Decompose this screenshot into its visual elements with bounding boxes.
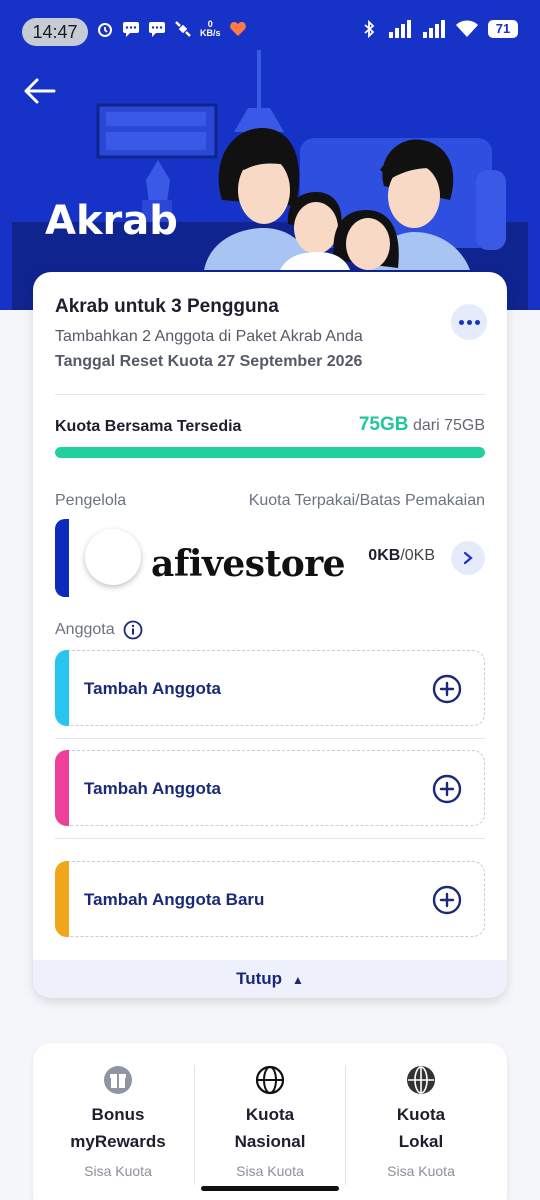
signal-icon xyxy=(423,20,445,38)
manager-column-label: Pengelola xyxy=(55,492,127,509)
manager-detail-button[interactable] xyxy=(451,541,485,575)
divider xyxy=(55,394,485,395)
bonus-subtitle: Sisa Kuota xyxy=(387,1163,455,1179)
bluetooth-icon xyxy=(364,20,375,38)
bonus-title: Kuota Lokal xyxy=(346,1101,496,1155)
divider xyxy=(55,838,485,839)
manager-name: afivestore xyxy=(151,543,346,585)
manager-color-bar xyxy=(55,519,69,597)
dot-icon xyxy=(466,319,472,325)
manager-row[interactable]: 0KB/0KB afivestore xyxy=(55,519,485,597)
status-bar: 14:47 0 KB/s 71 xyxy=(0,0,540,62)
kuota-lokal-tile[interactable]: Kuota Lokal Sisa Kuota xyxy=(346,1065,496,1179)
quota-reset-date: Tanggal Reset Kuota 27 September 2026 xyxy=(55,353,363,370)
message-icon xyxy=(123,22,139,37)
chevron-right-icon xyxy=(463,551,473,565)
usage-column-label: Kuota Terpakai/Batas Pemakaian xyxy=(248,492,485,509)
hero-banner: 14:47 0 KB/s 71 Akrab xyxy=(0,0,540,310)
back-arrow-icon[interactable] xyxy=(20,74,60,108)
status-time: 14:47 xyxy=(22,18,88,46)
quota-total: dari 75GB xyxy=(412,417,485,434)
page-title: Akrab xyxy=(45,198,178,244)
usage-limit: /0KB xyxy=(400,547,435,564)
bonus-title: Kuota Nasional xyxy=(195,1101,345,1155)
bonus-subtitle: Sisa Kuota xyxy=(236,1163,304,1179)
members-label: Anggota xyxy=(55,621,115,638)
divider xyxy=(55,738,485,739)
members-section-label: Anggota xyxy=(55,620,143,640)
bonus-title-line1: Kuota xyxy=(396,1105,446,1124)
add-member-label: Tambah Anggota xyxy=(84,679,221,698)
info-icon[interactable] xyxy=(123,620,143,640)
member-color-bar xyxy=(55,650,69,726)
dot-icon xyxy=(458,319,464,325)
avatar xyxy=(85,529,141,585)
kuota-nasional-tile[interactable]: Kuota Nasional Sisa Kuota xyxy=(195,1065,345,1179)
add-member-card-2[interactable]: Tambah Anggota xyxy=(55,750,485,826)
heart-app-icon xyxy=(229,22,246,36)
gift-icon xyxy=(104,1066,132,1094)
member-color-bar xyxy=(55,750,69,826)
akrab-page: 14:47 0 KB/s 71 Akrab Akrab untuk 3 Peng… xyxy=(0,0,540,1200)
net-speed-unit: KB/s xyxy=(200,28,221,38)
globe-icon xyxy=(255,1065,285,1095)
signal-icon xyxy=(389,20,411,38)
more-options-button[interactable] xyxy=(451,304,487,340)
wifi-icon xyxy=(456,20,478,37)
plan-title: Akrab untuk 3 Pengguna xyxy=(55,296,279,317)
quota-summary-card: Bonus myRewards Sisa Kuota Kuota Nasional … xyxy=(33,1043,507,1200)
alarm-icon xyxy=(98,23,112,37)
bonus-myrewards-tile[interactable]: Bonus myRewards Sisa Kuota xyxy=(43,1065,193,1179)
add-new-member-card[interactable]: Tambah Anggota Baru xyxy=(55,861,485,937)
collapse-button[interactable]: Tutup ▲ xyxy=(33,960,507,998)
bonus-title-line2: Lokal xyxy=(398,1132,444,1151)
shared-quota-label: Kuota Bersama Tersedia xyxy=(55,418,242,435)
message-icon xyxy=(149,22,165,37)
collapse-label: Tutup xyxy=(236,969,283,988)
add-circle-icon[interactable] xyxy=(432,674,462,704)
battery-indicator: 71 xyxy=(488,20,518,38)
akrab-plan-card: Akrab untuk 3 Pengguna Tambahkan 2 Anggo… xyxy=(33,272,507,998)
bonus-title: Bonus myRewards xyxy=(43,1101,193,1155)
status-notification-icons: 0 KB/s xyxy=(96,20,247,38)
add-member-card-1[interactable]: Tambah Anggota xyxy=(55,650,485,726)
plan-subtitle: Tambahkan 2 Anggota di Paket Akrab Anda xyxy=(55,328,363,345)
family-illustration xyxy=(12,50,528,310)
dot-icon xyxy=(474,319,480,325)
satellite-icon xyxy=(175,21,191,37)
usage-used: 0KB xyxy=(368,547,401,564)
quota-progress-bar xyxy=(55,447,485,458)
add-circle-icon[interactable] xyxy=(432,885,462,915)
bonus-subtitle: Sisa Kuota xyxy=(84,1163,152,1179)
add-circle-icon[interactable] xyxy=(432,774,462,804)
shared-quota-value: 75GB dari 75GB xyxy=(359,414,485,436)
member-color-bar xyxy=(55,861,69,937)
home-indicator[interactable] xyxy=(201,1186,339,1191)
net-speed: 0 KB/s xyxy=(200,20,221,38)
globe-dark-icon xyxy=(407,1066,435,1094)
add-member-label: Tambah Anggota xyxy=(84,779,221,798)
chevron-up-icon: ▲ xyxy=(292,972,304,987)
bonus-title-line1: Bonus xyxy=(91,1105,145,1124)
status-system-icons: 71 xyxy=(360,20,518,38)
quota-progress-fill xyxy=(55,447,485,458)
add-new-member-label: Tambah Anggota Baru xyxy=(84,890,265,909)
quota-available: 75GB xyxy=(358,414,409,435)
bonus-title-line1: Kuota xyxy=(245,1105,295,1124)
manager-usage: 0KB/0KB xyxy=(368,547,435,565)
bonus-title-line2: myRewards xyxy=(70,1132,166,1151)
bonus-title-line2: Nasional xyxy=(234,1132,306,1151)
